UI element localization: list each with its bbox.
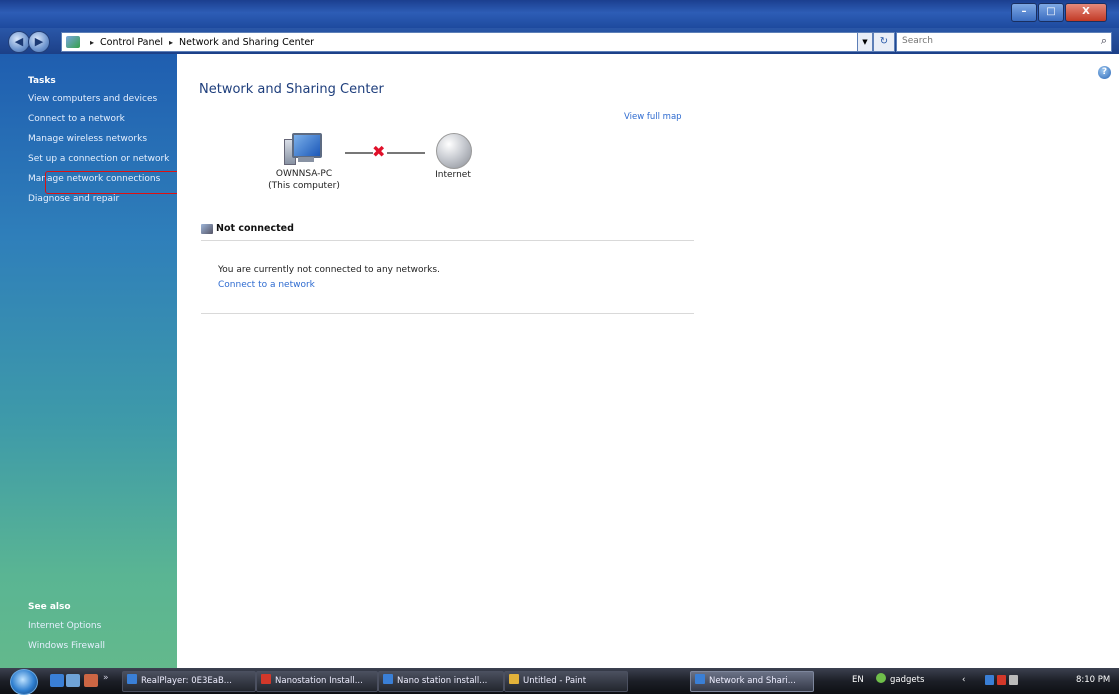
close-button[interactable]: X — [1065, 3, 1107, 22]
start-button[interactable] — [10, 669, 38, 695]
status-message: You are currently not connected to any n… — [218, 265, 440, 275]
view-full-map-link[interactable]: View full map — [624, 112, 682, 122]
see-also-section: See also Internet Options Windows Firewa… — [0, 598, 177, 656]
tray-shield-icon[interactable] — [985, 675, 994, 685]
gadgets-icon — [876, 673, 886, 683]
breadcrumb-separator: ▸ — [169, 37, 174, 47]
quicklaunch-desktop-icon[interactable] — [66, 674, 80, 687]
network-link-line — [345, 152, 373, 154]
tray-network-icon[interactable] — [997, 675, 1006, 685]
taskbar-item-realplayer[interactable]: RealPlayer: 0E3EaB... — [122, 671, 256, 692]
search-icon[interactable]: ⌕ — [1101, 34, 1107, 48]
section-divider — [201, 313, 694, 314]
main-content: ? Network and Sharing Center View full m… — [177, 54, 1119, 668]
search-box[interactable]: ⌕ — [896, 32, 1112, 52]
breadcrumb-separator: ▸ — [90, 37, 95, 47]
quicklaunch-media-icon[interactable] — [84, 674, 98, 687]
internet-globe-icon[interactable] — [436, 133, 472, 169]
breadcrumb-network-sharing[interactable]: Network and Sharing Center — [179, 37, 314, 48]
task-pane: Tasks View computers and devices Connect… — [0, 54, 177, 668]
control-panel-icon — [66, 36, 80, 48]
paint-icon — [509, 674, 519, 684]
highlight-annotation — [45, 171, 185, 194]
language-indicator[interactable]: EN — [852, 671, 864, 690]
search-input[interactable] — [897, 33, 1082, 49]
taskbar-item-paint[interactable]: Untitled - Paint — [504, 671, 628, 692]
address-dropdown-button[interactable]: ▼ — [857, 32, 873, 52]
maximize-button[interactable]: □ — [1038, 3, 1064, 22]
window-controls: – □ X — [1010, 3, 1107, 22]
computer-icon[interactable] — [284, 133, 322, 165]
connect-to-network-link[interactable]: Connect to a network — [218, 280, 315, 290]
address-field[interactable]: ▸ Control Panel ▸ Network and Sharing Ce… — [61, 32, 858, 52]
computer-name: OWNNSA-PC — [275, 169, 333, 179]
network-status-icon — [201, 224, 213, 234]
taskbar-item-nanostation[interactable]: Nanostation Install... — [256, 671, 378, 692]
taskbar-item-network-center[interactable]: Network and Shari... — [690, 671, 814, 692]
see-also-heading: See also — [28, 602, 71, 612]
quicklaunch-ie-icon[interactable] — [50, 674, 64, 687]
forward-button[interactable]: ▶ — [28, 31, 50, 53]
task-manage-wireless[interactable]: Manage wireless networks — [0, 129, 177, 149]
tasks-heading: Tasks — [28, 76, 56, 86]
task-view-computers[interactable]: View computers and devices — [0, 89, 177, 109]
taskbar: » RealPlayer: 0E3EaB... Nanostation Inst… — [0, 668, 1119, 695]
status-text: Not connected — [216, 223, 294, 234]
status-header: Not connected — [201, 222, 694, 241]
computer-label: OWNNSA-PC (This computer) — [263, 168, 345, 192]
minimize-button[interactable]: – — [1011, 3, 1037, 22]
breadcrumb-control-panel[interactable]: Control Panel — [100, 37, 163, 48]
page-title: Network and Sharing Center — [199, 82, 384, 97]
address-bar: ◀ ▶ ▸ Control Panel ▸ Network and Sharin… — [0, 28, 1119, 54]
gadgets-button[interactable]: gadgets — [876, 671, 924, 690]
task-connect-network[interactable]: Connect to a network — [0, 109, 177, 129]
taskbar-item-nanostation-install[interactable]: Nano station install... — [378, 671, 504, 692]
tray-volume-icon[interactable] — [1009, 675, 1018, 685]
see-also-internet-options[interactable]: Internet Options — [0, 616, 177, 636]
realplayer-icon — [127, 674, 137, 684]
network-link-line — [387, 152, 425, 154]
tray-expand-icon[interactable]: ‹ — [962, 671, 965, 690]
task-setup-connection[interactable]: Set up a connection or network — [0, 149, 177, 169]
system-tray — [985, 675, 1021, 685]
help-icon[interactable]: ? — [1098, 66, 1111, 79]
network-icon — [695, 674, 705, 684]
internet-label: Internet — [435, 170, 471, 180]
quicklaunch-more-icon[interactable]: » — [103, 673, 109, 683]
disconnected-x-icon: ✖ — [372, 142, 386, 161]
title-bar: – □ X — [0, 0, 1119, 28]
folder-icon — [383, 674, 393, 684]
taskbar-clock[interactable]: 8:10 PM — [1076, 671, 1110, 690]
see-also-windows-firewall[interactable]: Windows Firewall — [0, 636, 177, 656]
nanostation-icon — [261, 674, 271, 684]
refresh-button[interactable]: ↻ — [873, 32, 895, 52]
computer-sub: (This computer) — [268, 181, 340, 191]
back-button[interactable]: ◀ — [8, 31, 30, 53]
